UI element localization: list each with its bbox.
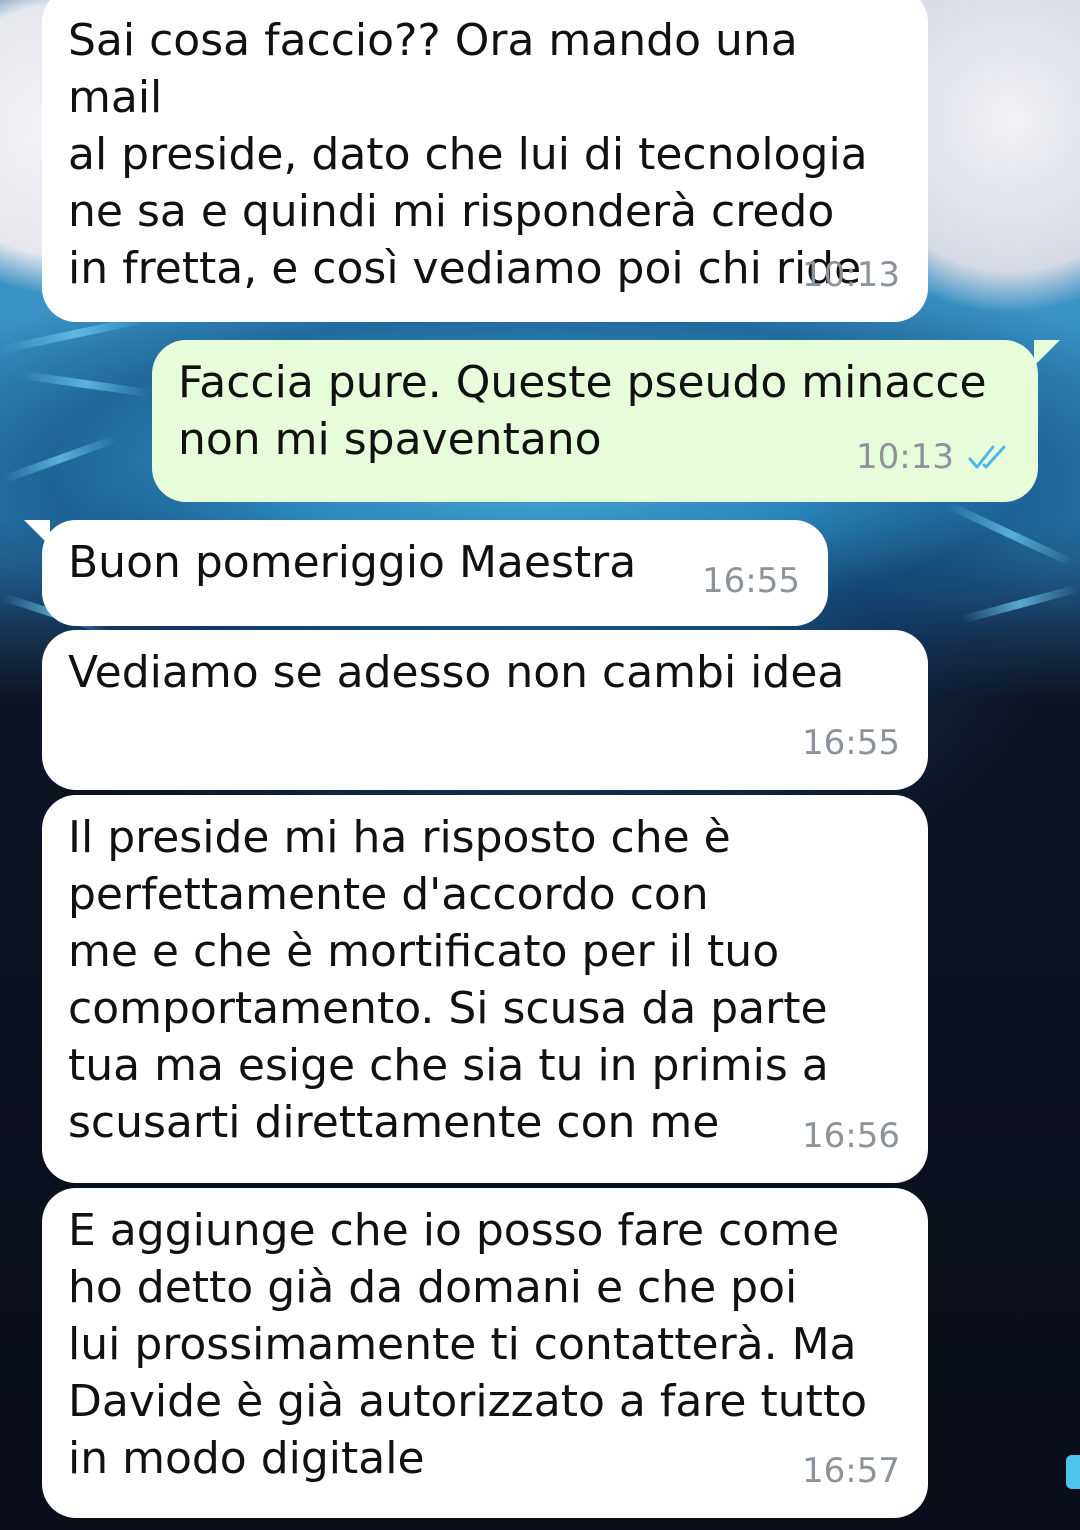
- message-meta: 10:13: [856, 429, 1010, 486]
- message-bubble-incoming[interactable]: Sai cosa faccio?? Ora mando una mail al …: [42, 0, 928, 322]
- bubble-tail: [1034, 340, 1060, 366]
- message-meta: 16:56: [802, 1108, 900, 1165]
- message-meta: 16:55: [702, 553, 800, 610]
- message-bubble-incoming[interactable]: Il preside mi ha risposto che è perfetta…: [42, 795, 928, 1183]
- message-bubble-incoming[interactable]: E aggiunge che io posso fare come ho det…: [42, 1188, 928, 1518]
- message-meta: 16:57: [802, 1443, 900, 1500]
- message-meta: 16:55: [802, 715, 900, 772]
- message-timestamp: 10:13: [856, 437, 954, 477]
- message-text: E aggiunge che io posso fare come ho det…: [68, 1205, 868, 1484]
- double-check-read-icon: [966, 443, 1010, 473]
- message-timestamp: 16:55: [702, 561, 800, 601]
- message-timestamp: 16:55: [802, 723, 900, 763]
- message-timestamp: 10:13: [802, 255, 900, 295]
- message-bubble-outgoing[interactable]: Faccia pure. Queste pseudo minacce non m…: [152, 340, 1060, 502]
- message-text: Il preside mi ha risposto che è perfetta…: [68, 812, 829, 1148]
- message-timestamp: 16:56: [802, 1116, 900, 1156]
- message-bubble-incoming[interactable]: Vediamo se adesso non cambi idea 16:55: [42, 630, 928, 790]
- message-meta: 10:13: [802, 247, 900, 304]
- message-timestamp: 16:57: [802, 1451, 900, 1491]
- message-text: Sai cosa faccio?? Ora mando una mail al …: [68, 15, 868, 294]
- message-text: Vediamo se adesso non cambi idea: [68, 647, 845, 698]
- bubble-tail: [24, 520, 50, 546]
- message-text: Buon pomeriggio Maestra: [68, 537, 637, 588]
- scroll-edge-indicator[interactable]: [1066, 1455, 1080, 1489]
- message-bubble-incoming[interactable]: Buon pomeriggio Maestra 16:55: [24, 520, 828, 626]
